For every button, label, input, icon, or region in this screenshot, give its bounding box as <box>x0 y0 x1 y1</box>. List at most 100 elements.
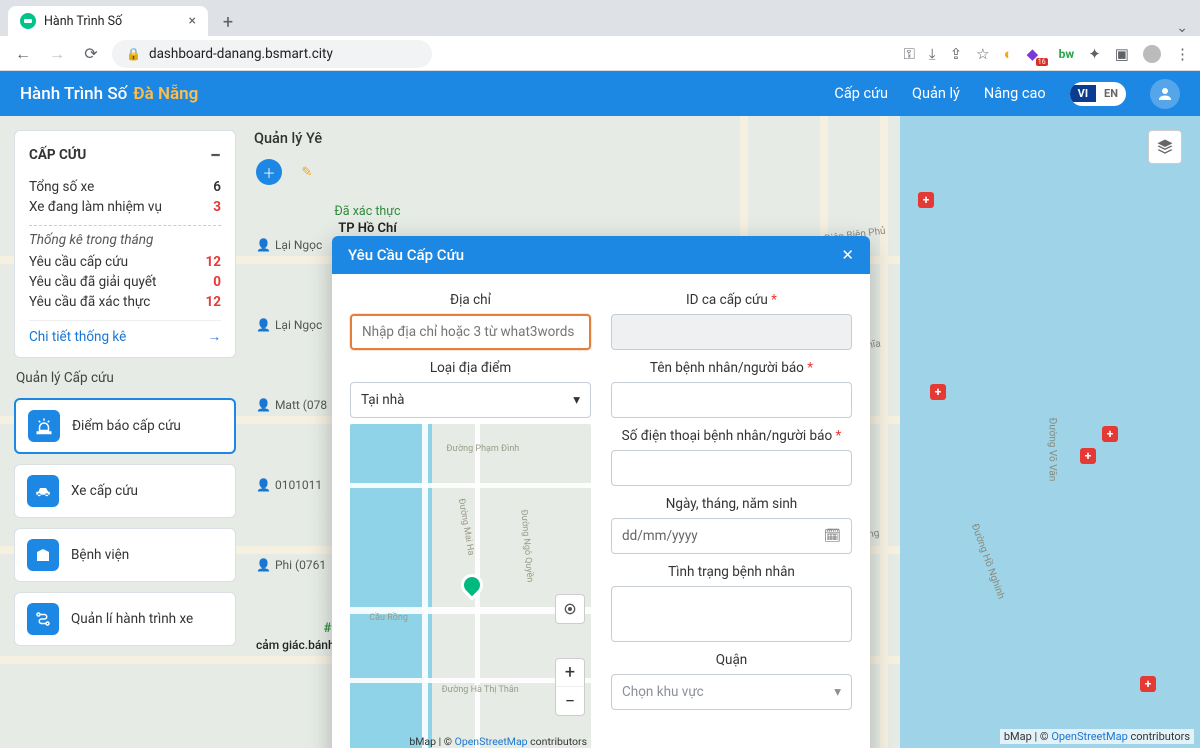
toolbar: ← → ⟳ 🔒 dashboard-danang.bsmart.city ⚿ ⤓… <box>0 36 1200 71</box>
ambulance-icon <box>27 475 59 507</box>
modal-header: Yêu Cầu Cấp Cứu ✕ <box>332 236 870 274</box>
app-header: Hành Trình Số Đà Nẵng Cấp cứu Quản lý Nâ… <box>0 71 1200 116</box>
row-value: 12 <box>206 254 222 270</box>
sidebar-item-label: Bệnh viện <box>71 547 129 563</box>
extensions-icon[interactable]: ✦ <box>1088 45 1101 63</box>
user-icon: 👤 <box>256 558 271 572</box>
collapse-icon[interactable]: − <box>210 143 221 167</box>
district-select[interactable]: Chọn khu vực ▾ <box>611 674 852 710</box>
forward-icon[interactable]: → <box>44 44 70 64</box>
sidebar-item-label: Xe cấp cứu <box>71 483 138 499</box>
main-area: Đường Điện Biên Phủ Đường Đinh Nghĩa Đườ… <box>0 116 1200 748</box>
osm-link[interactable]: OpenStreetMap <box>455 735 528 748</box>
label-dob: Ngày, tháng, năm sinh <box>611 496 852 512</box>
route-icon <box>27 603 59 635</box>
calendar-icon: 🗓 <box>824 528 841 544</box>
dob-input[interactable]: dd/mm/yyyy 🗓 <box>611 518 852 554</box>
profile-avatar-icon[interactable] <box>1143 45 1161 63</box>
row-label: Tổng số xe <box>29 179 94 195</box>
sidebar: CẤP CỨU − Tổng số xe6 Xe đang làm nhiệm … <box>0 116 250 748</box>
nav-advanced[interactable]: Nâng cao <box>984 85 1046 102</box>
puzzle-icon[interactable]: ▣ <box>1115 45 1129 63</box>
ext3-icon[interactable]: bw <box>1059 47 1075 61</box>
patient-name-input[interactable] <box>611 382 852 418</box>
label-phone: Số điện thoại bệnh nhân/người báo <box>611 428 852 444</box>
condition-textarea[interactable] <box>611 586 852 642</box>
url-text: dashboard-danang.bsmart.city <box>149 46 333 62</box>
emergency-summary-card: CẤP CỨU − Tổng số xe6 Xe đang làm nhiệm … <box>14 130 236 358</box>
sidebar-item-ambulance[interactable]: Xe cấp cứu <box>14 464 236 518</box>
nav-emergency[interactable]: Cấp cứu <box>834 85 888 102</box>
nav-manage[interactable]: Quản lý <box>912 85 960 102</box>
hospital-marker[interactable]: + <box>1080 448 1096 464</box>
browser-tab[interactable]: Hành Trình Số × <box>8 6 208 36</box>
row-value: 6 <box>213 179 221 195</box>
tabs-dropdown-icon[interactable]: ⌄ <box>1176 20 1188 36</box>
siren-icon <box>28 410 60 442</box>
address-bar[interactable]: 🔒 dashboard-danang.bsmart.city <box>112 40 432 68</box>
hospital-marker[interactable]: + <box>918 192 934 208</box>
toolbar-right: ⚿ ⤓ ⇪ ☆ ◐ ◆ bw ✦ ▣ ⋮ <box>904 45 1190 63</box>
sidebar-item-hospital[interactable]: Bệnh viện <box>14 528 236 582</box>
modal-mini-map[interactable]: Đường Phạm Đình Đường Mai Ha Đường Ngô Q… <box>350 424 591 748</box>
label-district: Quận <box>611 652 852 668</box>
share-icon[interactable]: ⇪ <box>950 45 963 63</box>
sidebar-item-tracking[interactable]: Quản lí hành trình xe <box>14 592 236 646</box>
hospital-marker[interactable]: + <box>1140 676 1156 692</box>
tab-title: Hành Trình Số <box>44 14 122 29</box>
key-icon[interactable]: ⚿ <box>904 45 915 63</box>
map-attribution: bMap | © OpenStreetMap contributors <box>1000 729 1194 744</box>
tab-close-icon[interactable]: × <box>189 13 196 29</box>
stats-details-link[interactable]: Chi tiết thống kê → <box>29 320 221 345</box>
hospital-marker[interactable]: + <box>930 384 946 400</box>
chevron-down-icon: ▾ <box>834 684 841 700</box>
new-tab-button[interactable]: + <box>214 8 242 36</box>
panel-title: Quản lý Yê <box>254 130 322 147</box>
modal-right-column: ID ca cấp cứu Tên bệnh nhân/người báo Số… <box>611 288 852 748</box>
lang-vi: VI <box>1070 85 1096 102</box>
bookmark-icon[interactable]: ☆ <box>976 45 989 63</box>
sidebar-section-label: Quản lý Cấp cứu <box>14 368 236 388</box>
ext1-icon[interactable]: ◐ <box>1004 45 1013 63</box>
create-request-modal: Yêu Cầu Cấp Cứu ✕ Địa chỉ Loại địa điểm … <box>332 236 870 748</box>
arrow-right-icon: → <box>208 329 222 345</box>
map-road-label: Đường Võ Văn <box>1046 418 1057 482</box>
sidebar-item-report[interactable]: Điểm báo cấp cứu <box>14 398 236 454</box>
back-icon[interactable]: ← <box>10 44 36 64</box>
modal-left-column: Địa chỉ Loại địa điểm Tại nhà ▾ Đường Ph… <box>350 288 591 748</box>
row-label: Yêu cầu đã giải quyết <box>29 274 156 290</box>
add-request-button[interactable]: ＋ <box>256 159 282 185</box>
ext2-icon[interactable]: ◆ <box>1027 45 1045 63</box>
modal-close-icon[interactable]: ✕ <box>841 246 854 264</box>
osm-link[interactable]: OpenStreetMap <box>1051 730 1127 743</box>
browser-chrome: Hành Trình Số × + ⌄ ← → ⟳ 🔒 dashboard-da… <box>0 0 1200 71</box>
place-type-select[interactable]: Tại nhà ▾ <box>350 382 591 418</box>
lang-en: EN <box>1096 85 1126 102</box>
map-layers-icon[interactable] <box>1148 130 1182 164</box>
edit-button[interactable]: ✎ <box>294 159 320 185</box>
zoom-out-button[interactable]: − <box>556 687 584 715</box>
zoom-in-button[interactable]: + <box>556 659 584 687</box>
lock-icon: 🔒 <box>126 47 141 61</box>
map-pin-icon <box>456 569 487 600</box>
sidebar-item-label: Quản lí hành trình xe <box>71 611 193 627</box>
user-icon: 👤 <box>256 398 271 412</box>
language-toggle[interactable]: VI EN <box>1070 82 1126 106</box>
phone-input[interactable] <box>611 450 852 486</box>
locate-icon[interactable] <box>555 594 585 624</box>
label-patient-name: Tên bệnh nhân/người báo <box>611 360 852 376</box>
row-value: 0 <box>213 274 221 290</box>
case-id-input <box>611 314 852 350</box>
install-icon[interactable]: ⤓ <box>929 45 936 63</box>
kebab-icon[interactable]: ⋮ <box>1175 45 1190 63</box>
label-case-id: ID ca cấp cứu <box>611 292 852 308</box>
hospital-marker[interactable]: + <box>1102 426 1118 442</box>
card-title-text: CẤP CỨU <box>29 147 86 163</box>
user-avatar-icon[interactable] <box>1150 79 1180 109</box>
reload-icon[interactable]: ⟳ <box>78 44 104 63</box>
address-input[interactable] <box>350 314 591 350</box>
user-icon: 👤 <box>256 238 271 252</box>
label-place-type: Loại địa điểm <box>350 360 591 376</box>
label-address: Địa chỉ <box>350 292 591 308</box>
modal-title: Yêu Cầu Cấp Cứu <box>348 246 464 264</box>
